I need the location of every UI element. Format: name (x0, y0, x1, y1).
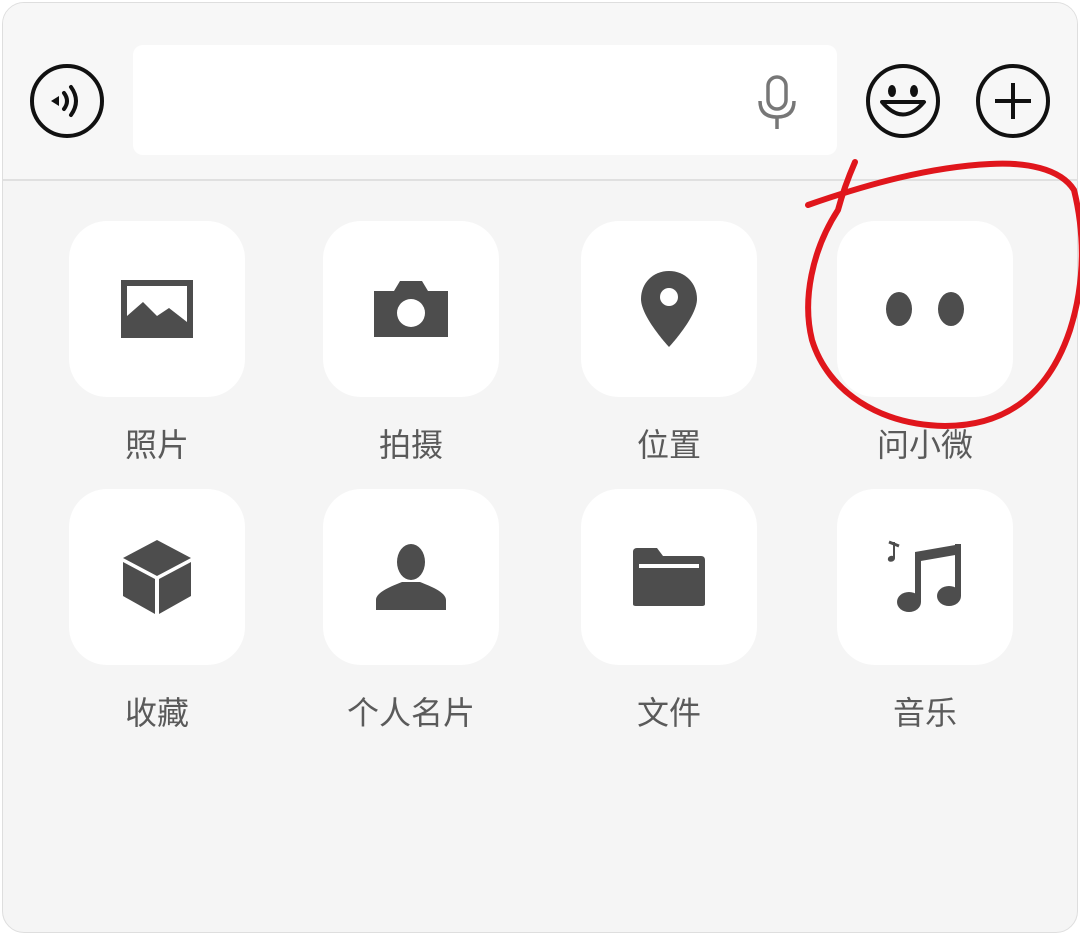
ask-xiaowei-label: 问小微 (876, 426, 973, 464)
photo-action-button[interactable] (69, 221, 245, 397)
music-label: 音乐 (892, 694, 957, 732)
location-pin-icon (641, 271, 697, 347)
two-dots-icon (886, 292, 964, 326)
message-input[interactable] (133, 45, 837, 155)
music-note-icon (887, 540, 961, 612)
file-action-button[interactable] (581, 489, 757, 665)
voice-wave-icon (30, 64, 104, 138)
photo-label: 照片 (124, 426, 189, 464)
plus-circle-icon (976, 64, 1050, 138)
location-action-button[interactable] (581, 221, 757, 397)
camera-action-button[interactable] (323, 221, 499, 397)
chat-input-panel: 照片 拍摄 位置 问小微 收藏 个人名片 文件 音乐 (2, 2, 1078, 933)
location-label: 位置 (636, 426, 701, 464)
file-label: 文件 (636, 694, 701, 732)
music-action-button[interactable] (837, 489, 1013, 665)
emoji-button[interactable] (865, 63, 941, 139)
input-toolbar (3, 3, 1077, 181)
folder-icon (633, 548, 705, 606)
favorites-label: 收藏 (124, 694, 189, 732)
smiley-face-icon (866, 64, 940, 138)
voice-mode-button[interactable] (29, 63, 105, 139)
contact-card-action-button[interactable] (323, 489, 499, 665)
photo-icon (121, 280, 193, 338)
more-options-button[interactable] (975, 63, 1051, 139)
camera-icon (374, 281, 448, 337)
contact-card-label: 个人名片 (346, 694, 475, 732)
camera-label: 拍摄 (378, 426, 443, 464)
cube-icon (123, 540, 191, 614)
ask-xiaowei-action-button[interactable] (837, 221, 1013, 397)
microphone-icon[interactable] (755, 75, 799, 131)
person-icon (376, 544, 446, 610)
favorites-action-button[interactable] (69, 489, 245, 665)
